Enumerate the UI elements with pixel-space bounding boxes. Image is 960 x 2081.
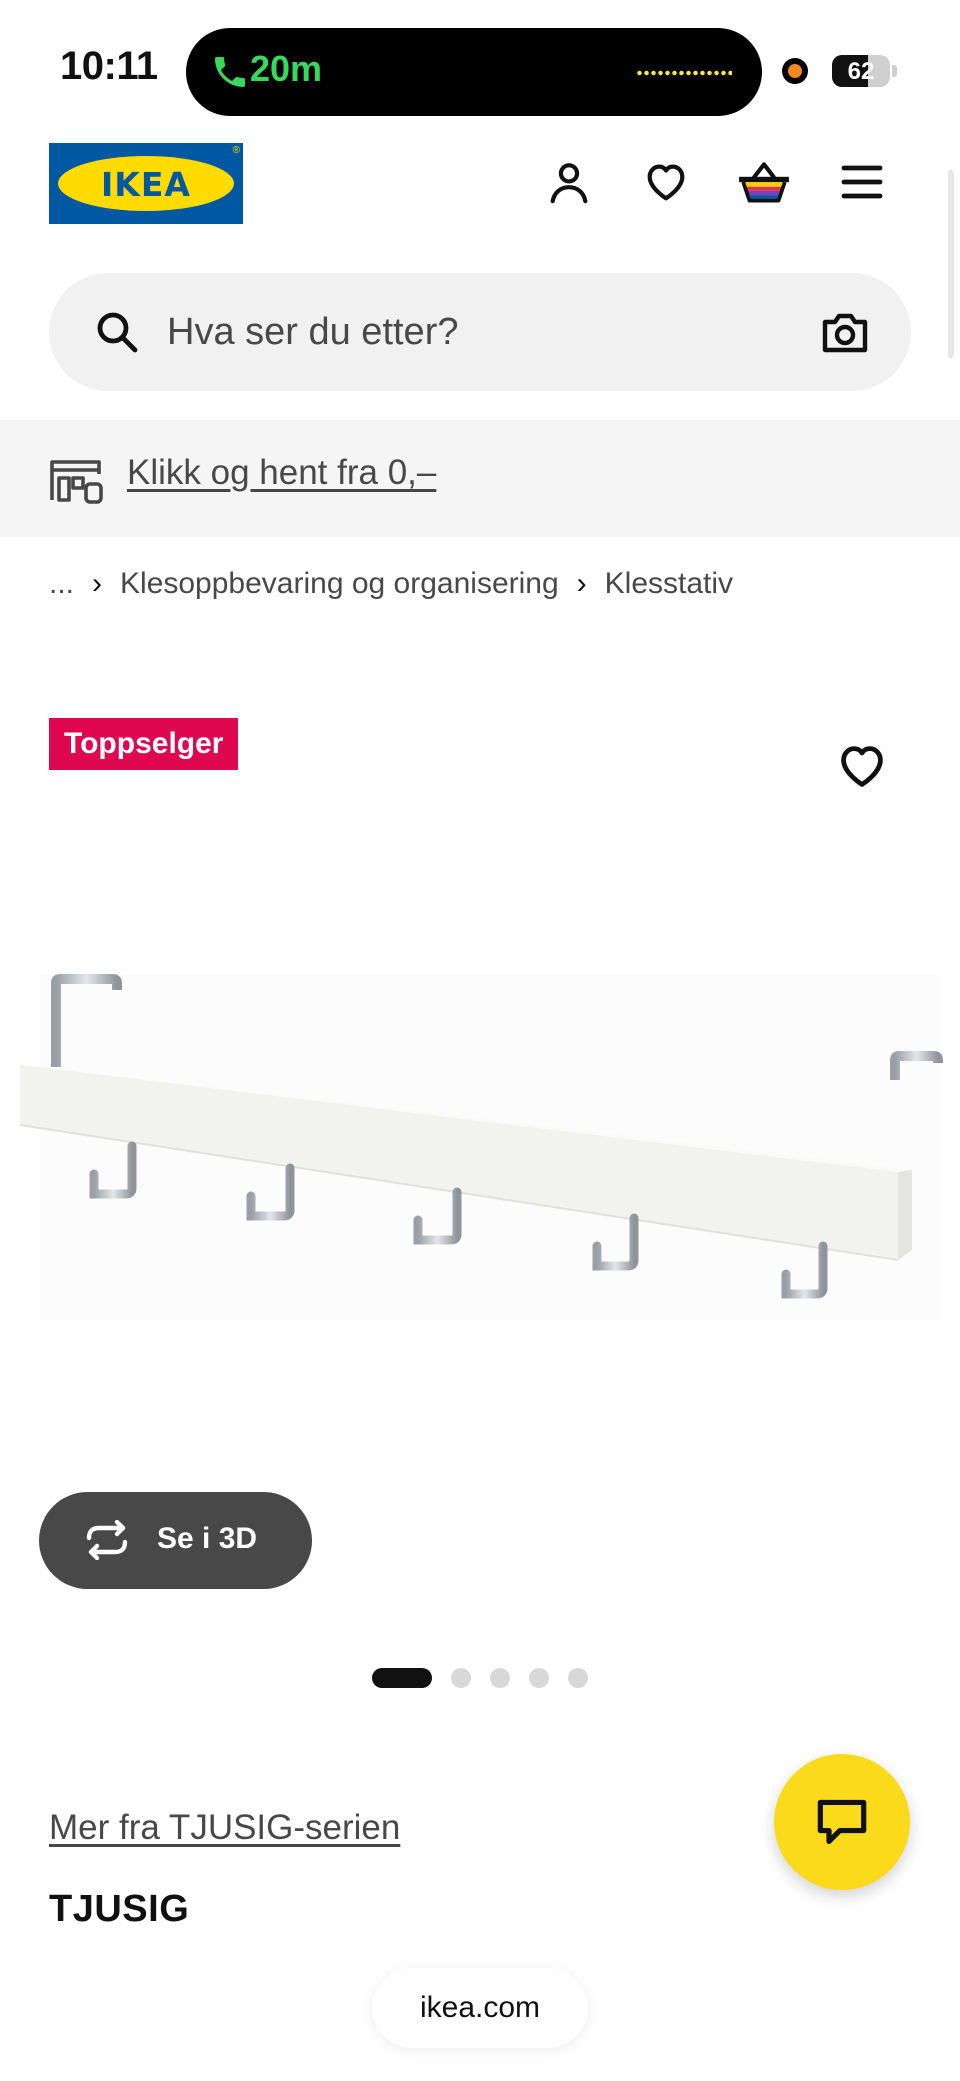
top-seller-badge: Toppselger [49,718,239,770]
carousel-dot[interactable] [490,1668,510,1688]
breadcrumb-item[interactable]: Klesoppbevaring og organisering [120,567,559,601]
profile-icon[interactable] [541,154,597,210]
registered-mark: ® [232,145,240,156]
view-in-3d-button[interactable]: Se i 3D [39,1492,312,1589]
dynamic-island-call[interactable]: 20m [186,28,762,116]
audio-waveform-icon [636,70,732,76]
breadcrumb-ellipsis[interactable]: ... [49,567,74,601]
click-collect-banner: Klikk og hent fra 0,– [0,420,960,537]
breadcrumb-item[interactable]: Klesstativ [605,567,733,601]
battery-level: 62 [847,58,875,85]
status-time: 10:11 [60,44,158,88]
image-carousel-dots [372,1668,588,1688]
rotate-3d-icon [86,1520,128,1560]
series-link[interactable]: Mer fra TJUSIG-serien [49,1808,400,1848]
chat-icon [817,1799,867,1845]
call-duration: 20m [250,48,323,89]
search-icon [97,312,138,353]
search-bar[interactable] [49,273,911,391]
chat-button[interactable] [774,1754,910,1890]
menu-icon[interactable] [834,154,890,210]
phone-icon [215,57,245,87]
battery-icon: 62 [832,55,890,87]
view-in-3d-label: Se i 3D [157,1522,258,1555]
battery-cap [892,65,897,77]
product-name: TJUSIG [49,1888,190,1930]
logo-text: IKEA [101,165,191,204]
search-input[interactable] [167,273,767,391]
click-collect-link[interactable]: Klikk og hent fra 0,– [127,453,436,493]
breadcrumb: ... › Klesoppbevaring og organisering › … [49,567,733,601]
chevron-right-icon: › [92,567,103,600]
carousel-dot[interactable] [529,1668,549,1688]
ikea-logo[interactable]: IKEA ® [49,143,243,224]
store-pickup-icon [50,460,103,504]
scroll-indicator[interactable] [948,170,954,358]
carousel-dot[interactable] [451,1668,471,1688]
carousel-dot[interactable] [568,1668,588,1688]
logo-oval: IKEA [58,156,234,211]
chevron-right-icon: › [576,567,587,600]
heart-icon[interactable] [638,154,694,210]
camera-icon[interactable] [821,309,869,355]
status-bar: 10:11 20m 62 [0,0,960,130]
browser-url[interactable]: ikea.com [372,1968,588,2048]
carousel-dot[interactable] [372,1668,432,1688]
recording-indicator-icon [782,58,808,84]
favorite-heart-icon[interactable] [836,740,888,792]
shopping-bag-icon[interactable] [736,154,792,210]
product-image[interactable] [0,960,960,1330]
